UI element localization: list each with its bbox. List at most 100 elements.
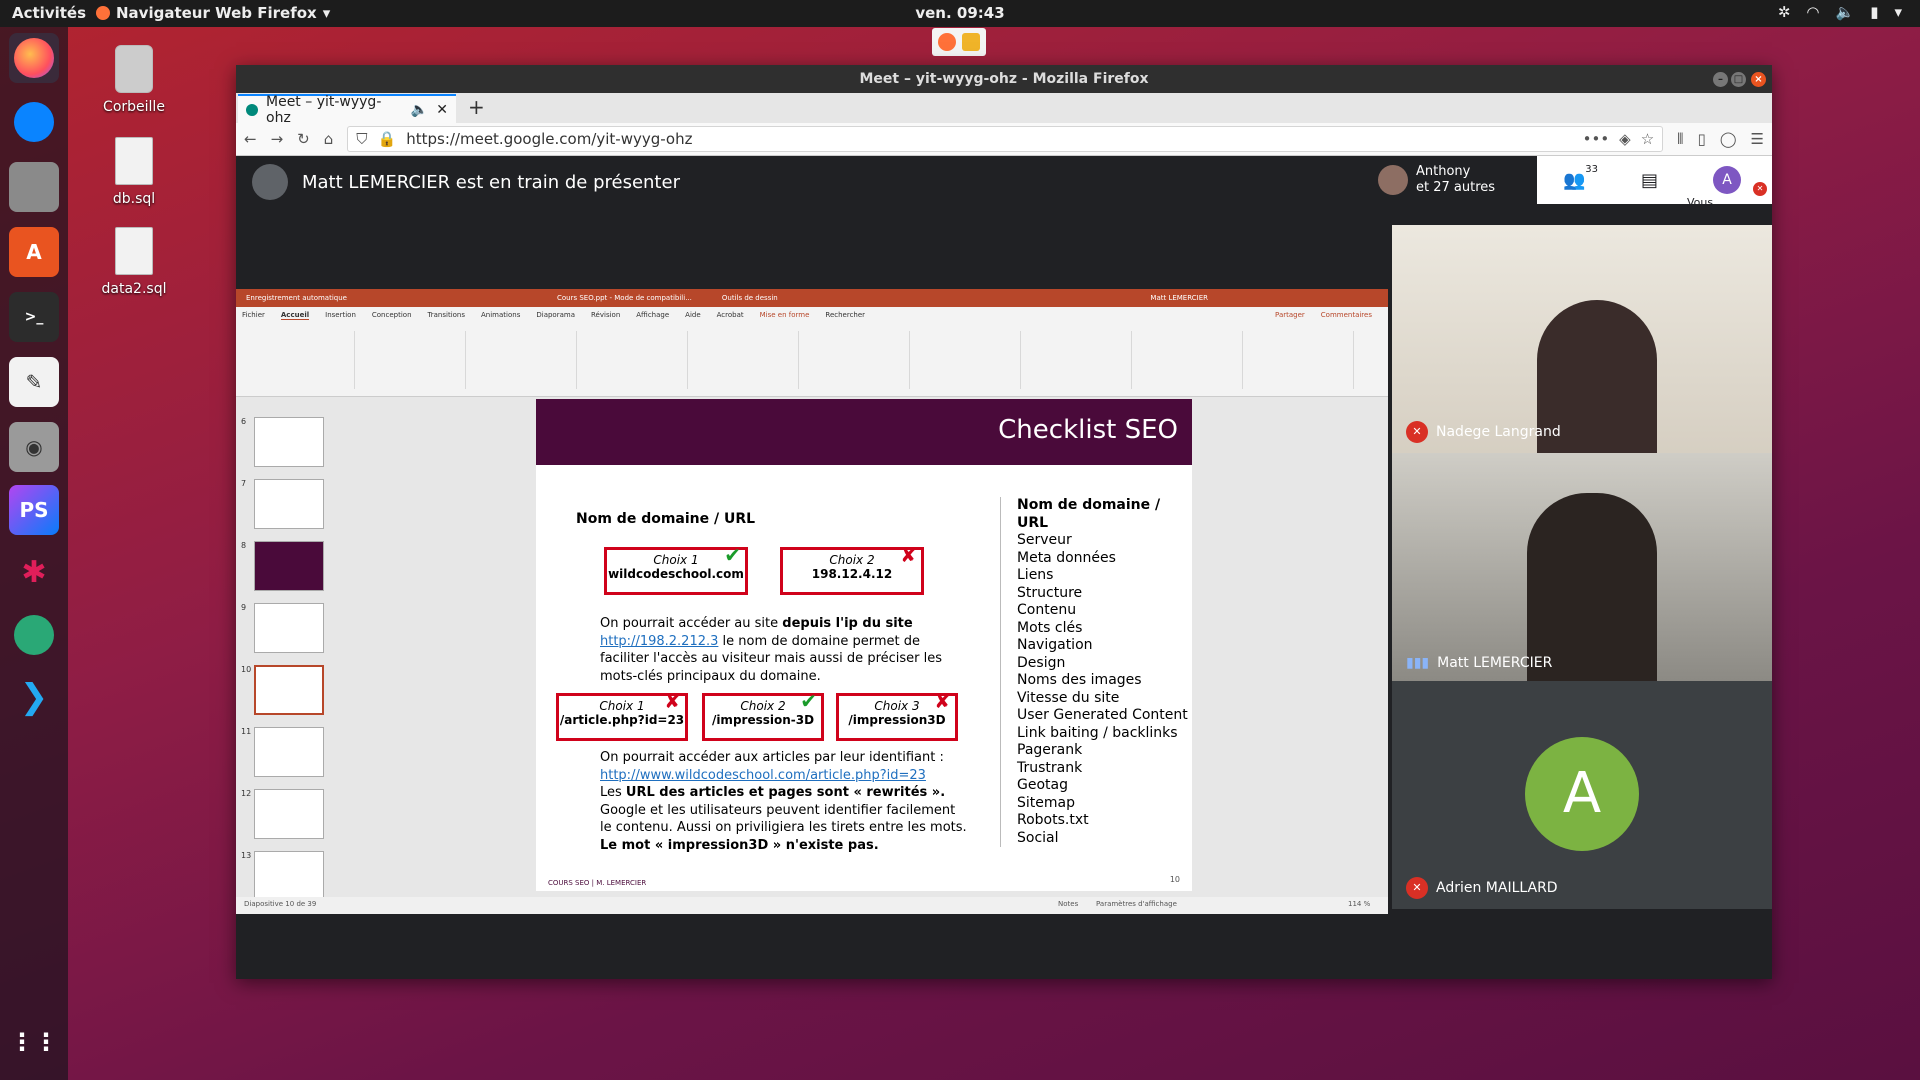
video-tile[interactable]: A ✕ Adrien MAILLARD (1392, 681, 1772, 909)
text-run: Le mot « impression3D » n'existe pas. (600, 837, 879, 853)
vscode-icon[interactable]: ❯ (9, 672, 59, 722)
text-run: Google et les utilisateurs peuvent ident… (600, 802, 967, 836)
close-button[interactable]: × (1751, 72, 1766, 87)
battery-icon[interactable]: ▮ (1870, 3, 1878, 21)
ribbon-tab: Aide (685, 311, 701, 319)
screenshot-icon[interactable]: ◉ (9, 422, 59, 472)
check-icon: ✔ (800, 689, 817, 713)
checklist-item: Meta données (1017, 549, 1116, 566)
accessibility-icon[interactable]: ✲ (1778, 3, 1791, 21)
firefox-icon (96, 6, 110, 20)
participant-name: Nadege Langrand (1436, 424, 1561, 440)
thumb-number: 13 (241, 851, 252, 860)
account-icon[interactable]: ◯ (1720, 130, 1737, 148)
minimize-button[interactable]: – (1713, 72, 1728, 87)
choice-value: wildcodeschool.com (608, 567, 744, 581)
pocket-icon[interactable]: ◈ (1619, 130, 1631, 148)
slide-paragraph: On pourrait accéder au site depuis l'ip … (600, 615, 960, 685)
forward-icon[interactable]: → (271, 130, 284, 148)
url-bar[interactable]: ⛉ 🔒 https://meet.google.com/yit-wyyg-ohz… (347, 126, 1664, 152)
checklist-item: User Generated Content (1017, 707, 1188, 723)
desktop-icon-file[interactable]: db.sql (84, 137, 184, 207)
home-icon[interactable]: ⌂ (324, 130, 334, 148)
people-icon: 👥 (1563, 169, 1586, 191)
maximize-button[interactable]: □ (1731, 72, 1746, 87)
text-editor-icon[interactable]: ✎ (9, 357, 59, 407)
check-icon: ✔ (724, 543, 741, 567)
activities-button[interactable]: Activités (12, 4, 86, 22)
tile-label: ✕ Adrien MAILLARD (1406, 877, 1558, 899)
video-tile[interactable]: ▮▮▮ Matt LEMERCIER (1392, 453, 1772, 681)
meet-favicon-icon (246, 103, 258, 116)
window-titlebar[interactable]: Meet – yit-wyyg-ohz - Mozilla Firefox – … (236, 65, 1772, 93)
participants-button[interactable]: 👥 33 (1537, 164, 1612, 191)
choice-box: Choix 2/impression-3D ✔ (702, 689, 824, 741)
slide-footer: COURS SEO | M. LEMERCIER (548, 879, 647, 887)
speaker-icon[interactable]: 🔈 (411, 102, 428, 118)
ppt-user: Matt LEMERCIER (1150, 294, 1208, 302)
desktop-icon-file[interactable]: data2.sql (84, 227, 184, 297)
slide-subtitle: Nom de domaine / URL (576, 511, 756, 527)
desktop-icon-trash[interactable]: Corbeille (84, 45, 184, 115)
cross-icon: ✘ (664, 689, 681, 713)
tab-meet[interactable]: Meet – yit-wyyg-ohz 🔈 ✕ (238, 94, 456, 126)
thumb-number: 11 (241, 727, 252, 736)
tile-label: ✕ Nadege Langrand (1406, 421, 1561, 443)
back-icon[interactable]: ← (244, 130, 257, 148)
thumb-number: 12 (241, 789, 252, 798)
participant-count: 33 (1585, 163, 1598, 175)
checklist-item: Mots clés (1017, 619, 1083, 636)
ribbon-tab: Mise en forme (759, 311, 810, 319)
shield-icon[interactable]: ⛉ (356, 130, 367, 148)
new-tab-button[interactable]: + (468, 95, 485, 119)
volume-icon[interactable]: 🔈 (1836, 3, 1855, 21)
phpstorm-icon[interactable]: PS (9, 485, 59, 535)
checklist: Nom de domaine / URL Serveur Meta données… (1000, 497, 1192, 847)
presenter-avatar (252, 164, 288, 200)
chat-button[interactable]: ▤ (1612, 170, 1687, 191)
video-tile[interactable]: ✕ Nadege Langrand (1392, 225, 1772, 453)
slide-link: http://198.2.212.3 (600, 633, 719, 649)
self-view[interactable]: A Vous ✕ (1687, 166, 1767, 209)
show-apps-icon[interactable]: ⋮⋮ (9, 1017, 59, 1067)
microphone-icon (962, 33, 980, 51)
page-actions-icon[interactable]: ••• (1583, 130, 1610, 148)
close-tab-icon[interactable]: ✕ (436, 102, 448, 118)
mic-off-icon: ✕ (1406, 421, 1428, 443)
slide-thumbnail (254, 479, 324, 529)
thumb-number: 7 (241, 479, 247, 488)
files-icon[interactable] (9, 162, 59, 212)
checklist-item: Robots.txt (1017, 812, 1089, 828)
checklist-item: Social (1017, 829, 1059, 846)
slide-thumbnail (254, 851, 324, 901)
participants-summary[interactable]: Anthony et 27 autres (1372, 156, 1537, 204)
avatar: A (1713, 166, 1741, 194)
bookmark-star-icon[interactable]: ☆ (1641, 130, 1654, 148)
nav-toolbar: ← → ↻ ⌂ ⛉ 🔒 https://meet.google.com/yit-… (236, 123, 1772, 156)
desktop-icon-label: db.sql (112, 191, 156, 207)
reload-icon[interactable]: ↻ (297, 130, 310, 148)
wifi-icon[interactable]: ◠ (1806, 3, 1819, 21)
chevron-down-icon[interactable]: ▾ (1894, 3, 1902, 21)
slide-link: http://www.wildcodeschool.com/article.ph… (600, 767, 926, 783)
software-center-icon[interactable]: A (9, 227, 59, 277)
ribbon-tab: Diaporama (536, 311, 575, 319)
sidebar-icon[interactable]: ▯ (1697, 130, 1705, 148)
atom-icon[interactable] (9, 610, 59, 660)
ribbon-tab: Révision (591, 311, 621, 319)
avatar: A (1525, 737, 1639, 851)
menu-icon[interactable]: ☰ (1751, 130, 1764, 148)
ribbon-share: Partager (1275, 311, 1305, 319)
app-menu[interactable]: Navigateur Web Firefox ▾ (96, 4, 330, 22)
slack-icon[interactable]: ✱ (9, 547, 59, 597)
library-icon[interactable]: ⫴ (1677, 130, 1683, 148)
screen-share-indicator[interactable] (932, 28, 986, 56)
terminal-icon[interactable]: >_ (9, 292, 59, 342)
thunderbird-icon[interactable] (9, 97, 59, 147)
ribbon-tab: Transitions (427, 311, 466, 319)
firefox-icon[interactable] (9, 33, 59, 83)
status-zoom: 114 % (1348, 900, 1371, 908)
lock-icon[interactable]: 🔒 (378, 130, 397, 148)
avatar (1378, 165, 1408, 195)
system-tray[interactable]: ✲ ◠ 🔈 ▮ ▾ (1778, 3, 1902, 21)
